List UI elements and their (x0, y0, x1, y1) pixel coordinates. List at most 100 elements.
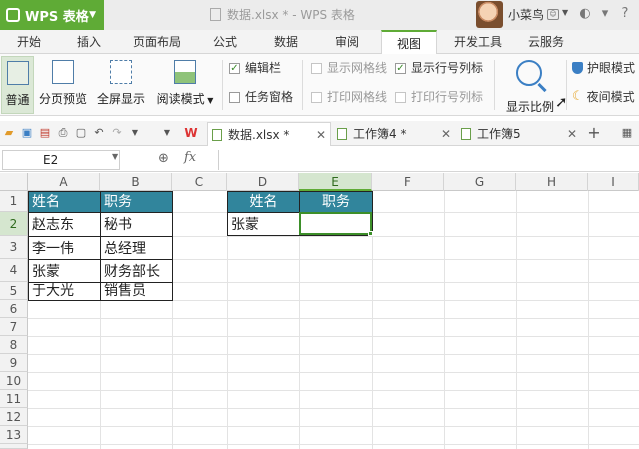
normal-view-button[interactable]: 普通 (1, 56, 34, 114)
reading-mode-button[interactable]: 阅读模式 ▼ (152, 56, 218, 114)
open-folder-icon[interactable]: ▰ (2, 126, 16, 140)
skin-icon[interactable]: ◐ (578, 7, 592, 21)
tab-list-dropdown-icon[interactable]: ▼ (160, 126, 174, 140)
eye-protection-button[interactable]: 护眼模式 (572, 59, 635, 77)
fx-icon[interactable]: fx (184, 150, 196, 165)
shirt-icon[interactable]: ▾ (598, 7, 612, 21)
help-icon[interactable]: ? (618, 7, 632, 21)
show-gridlines-checkbox[interactable]: 显示网格线 (311, 59, 387, 77)
tab-review[interactable]: 审阅 (324, 30, 370, 54)
cell-a2[interactable]: 赵志东 (28, 212, 101, 237)
export-pdf-icon[interactable]: ▤ (38, 126, 52, 140)
print-icon[interactable]: ⎙ (56, 126, 70, 140)
cell-b1[interactable]: 职务 (100, 191, 173, 213)
doc-tab-workbook4[interactable]: 工作簿4 * ✕ (333, 122, 455, 146)
task-pane-checkbox[interactable]: 任务窗格 (229, 88, 293, 106)
row-header-7[interactable]: 7 (0, 318, 28, 336)
tab-view[interactable]: 视图 (381, 30, 437, 55)
active-cell-selection[interactable] (299, 212, 372, 235)
print-preview-icon[interactable]: ▢ (74, 126, 88, 140)
tab-start[interactable]: 开始 (4, 30, 54, 54)
shield-icon (572, 62, 583, 74)
cell-a3[interactable]: 李一伟 (28, 236, 101, 260)
row-header-3[interactable]: 3 (0, 236, 28, 259)
column-header-a[interactable]: A (28, 173, 100, 191)
undo-icon[interactable]: ↶ (92, 126, 106, 140)
user-badge-icon[interactable]: ☺ (547, 9, 559, 20)
row-header-4[interactable]: 4 (0, 259, 28, 282)
cell-b3[interactable]: 总经理 (100, 236, 173, 260)
close-icon[interactable]: ✕ (441, 122, 451, 146)
cell-b4[interactable]: 财务部长 (100, 259, 173, 283)
new-tab-plus-icon[interactable]: + (587, 125, 601, 141)
column-header-e[interactable]: E (299, 173, 372, 191)
page-break-preview-button[interactable]: 分页预览 (36, 56, 90, 114)
formula-input[interactable] (218, 150, 639, 170)
tab-data[interactable]: 数据 (262, 30, 310, 54)
magnifier-icon (516, 60, 542, 86)
document-icon (210, 8, 221, 21)
column-header-h[interactable]: H (516, 173, 588, 191)
chevron-down-icon[interactable]: ▼ (112, 152, 118, 161)
row-header-1[interactable]: 1 (0, 191, 28, 212)
row-header-14[interactable]: 14 (0, 444, 28, 449)
row-header-11[interactable]: 11 (0, 390, 28, 408)
column-header-d[interactable]: D (227, 173, 299, 191)
print-gridlines-checkbox[interactable]: 打印网格线 (311, 88, 387, 106)
fullscreen-button[interactable]: 全屏显示 (94, 56, 148, 114)
save-icon[interactable]: ▣ (20, 126, 34, 140)
tab-page-layout[interactable]: 页面布局 (124, 30, 190, 54)
row-header-12[interactable]: 12 (0, 408, 28, 426)
name-box[interactable]: E2 (2, 150, 120, 170)
tab-cloud[interactable]: 云服务 (518, 30, 574, 54)
wps-home-icon[interactable]: W (184, 126, 198, 140)
row-header-5[interactable]: 5 (0, 282, 28, 300)
column-header-i[interactable]: I (588, 173, 639, 191)
gridline (28, 318, 639, 319)
cell-b5[interactable]: 销售员 (100, 282, 173, 301)
doc-tab-workbook5[interactable]: 工作簿5 ✕ (457, 122, 581, 146)
column-header-c[interactable]: C (172, 173, 227, 191)
redo-icon[interactable]: ↷ (110, 126, 124, 140)
row-header-10[interactable]: 10 (0, 372, 28, 390)
window-title: 数据.xlsx * - WPS 表格 (210, 0, 355, 30)
select-all-corner[interactable] (0, 173, 28, 191)
night-mode-button[interactable]: ☾ 夜间模式 (572, 88, 635, 106)
cell-e1[interactable]: 职务 (299, 191, 373, 213)
print-row-col-headers-checkbox[interactable]: 打印行号列标 (395, 88, 483, 106)
cell-b2[interactable]: 秘书 (100, 212, 173, 237)
row-header-8[interactable]: 8 (0, 336, 28, 354)
gridline (28, 390, 639, 391)
unchecked-box (229, 91, 240, 103)
avatar[interactable] (476, 1, 503, 28)
cell-d1[interactable]: 姓名 (227, 191, 300, 213)
tab-menu-icon[interactable]: ▦ (620, 126, 634, 140)
cell-a5[interactable]: 于大光 (28, 282, 101, 301)
cell-a1[interactable]: 姓名 (28, 191, 101, 213)
user-name[interactable]: 小菜鸟 (508, 0, 544, 30)
tab-formulas[interactable]: 公式 (202, 30, 248, 54)
row-header-2[interactable]: 2 (0, 212, 28, 236)
row-header-13[interactable]: 13 (0, 426, 28, 444)
tab-insert[interactable]: 插入 (66, 30, 112, 54)
tab-developer[interactable]: 开发工具 (446, 30, 510, 54)
column-header-b[interactable]: B (100, 173, 172, 191)
column-header-f[interactable]: F (372, 173, 444, 191)
row-header-6[interactable]: 6 (0, 300, 28, 318)
edit-bar-checkbox[interactable]: ✓ 编辑栏 (229, 59, 281, 77)
cell-d2[interactable]: 张蒙 (227, 212, 300, 236)
column-header-g[interactable]: G (444, 173, 516, 191)
close-icon[interactable]: ✕ (316, 123, 326, 147)
customize-dropdown-icon[interactable]: ▼ (128, 126, 142, 140)
ribbon-divider (566, 60, 567, 110)
ribbon-divider (302, 60, 303, 110)
show-row-col-headers-checkbox[interactable]: ✓ 显示行号列标 (395, 59, 483, 77)
zoom-lookup-icon[interactable]: ⊕ (158, 151, 169, 166)
doc-tab-data[interactable]: 数据.xlsx * ✕ (207, 122, 331, 146)
fill-handle[interactable] (368, 231, 373, 236)
close-icon[interactable]: ✕ (567, 122, 577, 146)
app-menu-button[interactable]: WPS 表格 ▼ (0, 0, 104, 30)
row-header-9[interactable]: 9 (0, 354, 28, 372)
cell-a4[interactable]: 张蒙 (28, 259, 101, 283)
user-chevron-down-icon[interactable]: ▼ (562, 8, 568, 17)
